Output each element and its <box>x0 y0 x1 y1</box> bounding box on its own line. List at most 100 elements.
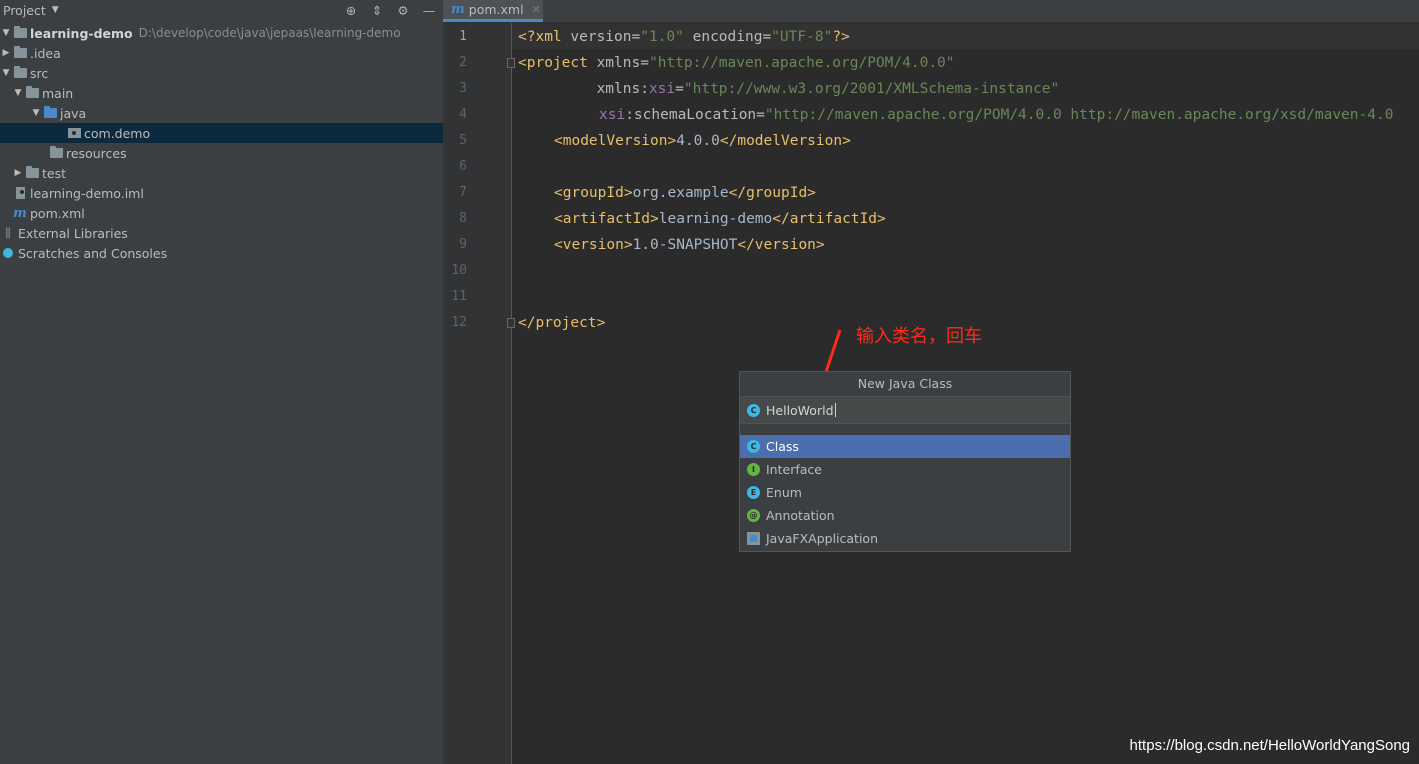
code-line-12: </project> <box>518 315 606 331</box>
kind-option-interface[interactable]: I Interface <box>740 458 1070 481</box>
folder-icon <box>24 166 40 180</box>
tree-item-resources[interactable]: resources <box>0 143 443 163</box>
line-number: 3 <box>459 81 467 96</box>
project-tree: ▼ learning-demo D:\develop\code\java\jep… <box>0 23 443 263</box>
tree-item-label: main <box>42 85 74 101</box>
folder-icon <box>12 46 28 60</box>
annotation-icon: @ <box>747 509 760 522</box>
kind-option-enum[interactable]: E Enum <box>740 481 1070 504</box>
folder-icon <box>12 26 28 40</box>
chevron-down-icon[interactable]: ▼ <box>0 28 12 38</box>
line-number: 5 <box>459 133 467 148</box>
code-line-9: <version>1.0-SNAPSHOT</version> <box>554 237 825 253</box>
annotation-text: 输入类名，回车 <box>856 326 982 347</box>
code-line-3: xmlns:xsi="http://www.w3.org/2001/XMLSch… <box>518 81 1060 97</box>
tree-item-test[interactable]: ▶ test <box>0 163 443 183</box>
line-number: 8 <box>459 211 467 226</box>
code-line-2: <project xmlns="http://maven.apache.org/… <box>518 55 955 71</box>
hide-icon[interactable]: — <box>421 2 437 18</box>
libraries-icon: ⫼ <box>5 225 11 240</box>
code-line-1: <?xml version="1.0" encoding="UTF-8"?> <box>518 29 850 45</box>
kind-option-annotation[interactable]: @ Annotation <box>740 504 1070 527</box>
project-view-selector[interactable]: Project ▼ ⊕ ⇕ ⚙ — <box>0 0 443 20</box>
line-number: 4 <box>459 107 467 122</box>
line-number: 6 <box>459 159 467 174</box>
line-number: 1 <box>459 29 467 44</box>
code-line-8: <artifactId>learning-demo</artifactId> <box>554 211 886 227</box>
option-label: Interface <box>766 462 822 477</box>
chevron-right-icon[interactable]: ▶ <box>12 168 24 178</box>
tree-item-pom[interactable]: m pom.xml <box>0 203 443 223</box>
tab-label: pom.xml <box>468 2 524 17</box>
chevron-down-icon: ▼ <box>51 5 59 15</box>
folder-icon <box>12 66 28 80</box>
enum-icon: E <box>747 486 760 499</box>
class-name-value: HelloWorld <box>766 402 834 418</box>
tree-item-main[interactable]: ▼ main <box>0 83 443 103</box>
tree-item-label: test <box>42 165 67 181</box>
option-label: JavaFXApplication <box>766 531 878 546</box>
code-line-5: <modelVersion>4.0.0</modelVersion> <box>554 133 851 149</box>
chevron-down-icon[interactable]: ▼ <box>30 108 42 118</box>
line-number: 11 <box>451 289 467 304</box>
kind-list: C Class I Interface E Enum @ Annotation … <box>740 435 1070 550</box>
line-number: 7 <box>459 185 467 200</box>
line-number: 10 <box>451 263 467 278</box>
fold-marker-icon[interactable] <box>507 318 515 328</box>
module-file-icon <box>12 186 28 200</box>
kind-option-class[interactable]: C Class <box>740 435 1070 458</box>
tree-item-label: src <box>30 65 49 81</box>
dialog-title: New Java Class <box>740 372 1070 397</box>
text-caret <box>834 403 836 417</box>
chevron-right-icon[interactable]: ▶ <box>0 48 12 58</box>
class-icon: C <box>747 440 760 453</box>
tree-item-label: com.demo <box>84 125 151 141</box>
code-line-4: xsi:schemaLocation="http://maven.apache.… <box>599 107 1394 123</box>
tree-item-iml[interactable]: learning-demo.iml <box>0 183 443 203</box>
tree-item-com-demo[interactable]: com.demo <box>0 123 443 143</box>
class-name-input[interactable]: C HelloWorld <box>740 397 1070 424</box>
gear-icon[interactable]: ⚙ <box>395 2 411 18</box>
collapse-all-icon[interactable]: ⇕ <box>369 2 385 18</box>
tree-item-src[interactable]: ▼ src <box>0 63 443 83</box>
kind-option-javafx[interactable]: JavaFXApplication <box>740 527 1070 550</box>
fold-marker-icon[interactable] <box>507 58 515 68</box>
maven-icon: m <box>451 2 465 17</box>
scratches-icon <box>0 246 16 260</box>
tree-item-label: resources <box>66 145 127 161</box>
tab-pom-xml[interactable]: m pom.xml ✕ <box>443 0 543 22</box>
project-tool-window: Project ▼ ⊕ ⇕ ⚙ — ▼ learning-demo D:\dev… <box>0 0 443 764</box>
tree-item-label: Scratches and Consoles <box>18 245 168 261</box>
package-icon <box>66 126 82 140</box>
code-line-7: <groupId>org.example</groupId> <box>554 185 816 201</box>
chevron-down-icon[interactable]: ▼ <box>12 88 24 98</box>
tree-item-label: .idea <box>30 45 61 61</box>
source-folder-icon <box>42 106 58 120</box>
option-label: Annotation <box>766 508 835 523</box>
tree-item-scratches[interactable]: Scratches and Consoles <box>0 243 443 263</box>
tree-item-label: External Libraries <box>18 225 128 241</box>
line-number: 2 <box>459 55 467 70</box>
project-view-label: Project <box>3 2 46 18</box>
tree-item-java[interactable]: ▼ java <box>0 103 443 123</box>
option-label: Enum <box>766 485 802 500</box>
tree-item-learning-demo[interactable]: ▼ learning-demo D:\develop\code\java\jep… <box>0 23 443 43</box>
chevron-down-icon[interactable]: ▼ <box>0 68 12 78</box>
editor-gutter: 1 2 3 4 5 6 7 8 9 10 11 12 <box>443 23 515 764</box>
project-path: D:\develop\code\java\jepaas\learning-dem… <box>138 26 401 40</box>
project-toolbar: ⊕ ⇕ ⚙ — <box>343 0 437 20</box>
editor-tab-bar: m pom.xml ✕ <box>443 0 1419 23</box>
line-number: 12 <box>451 315 467 330</box>
tree-item-idea[interactable]: ▶ .idea <box>0 43 443 63</box>
resources-folder-icon <box>48 146 64 160</box>
tree-item-external-libraries[interactable]: ⫼ External Libraries <box>0 223 443 243</box>
option-label: Class <box>766 439 799 454</box>
new-java-class-dialog: New Java Class C HelloWorld C Class I In… <box>739 371 1071 552</box>
close-icon[interactable]: ✕ <box>532 3 541 16</box>
tree-item-label: java <box>60 105 87 121</box>
locate-icon[interactable]: ⊕ <box>343 2 359 18</box>
line-number: 9 <box>459 237 467 252</box>
javafx-icon <box>747 532 760 545</box>
folder-icon <box>24 86 40 100</box>
tree-item-label: pom.xml <box>30 205 85 221</box>
